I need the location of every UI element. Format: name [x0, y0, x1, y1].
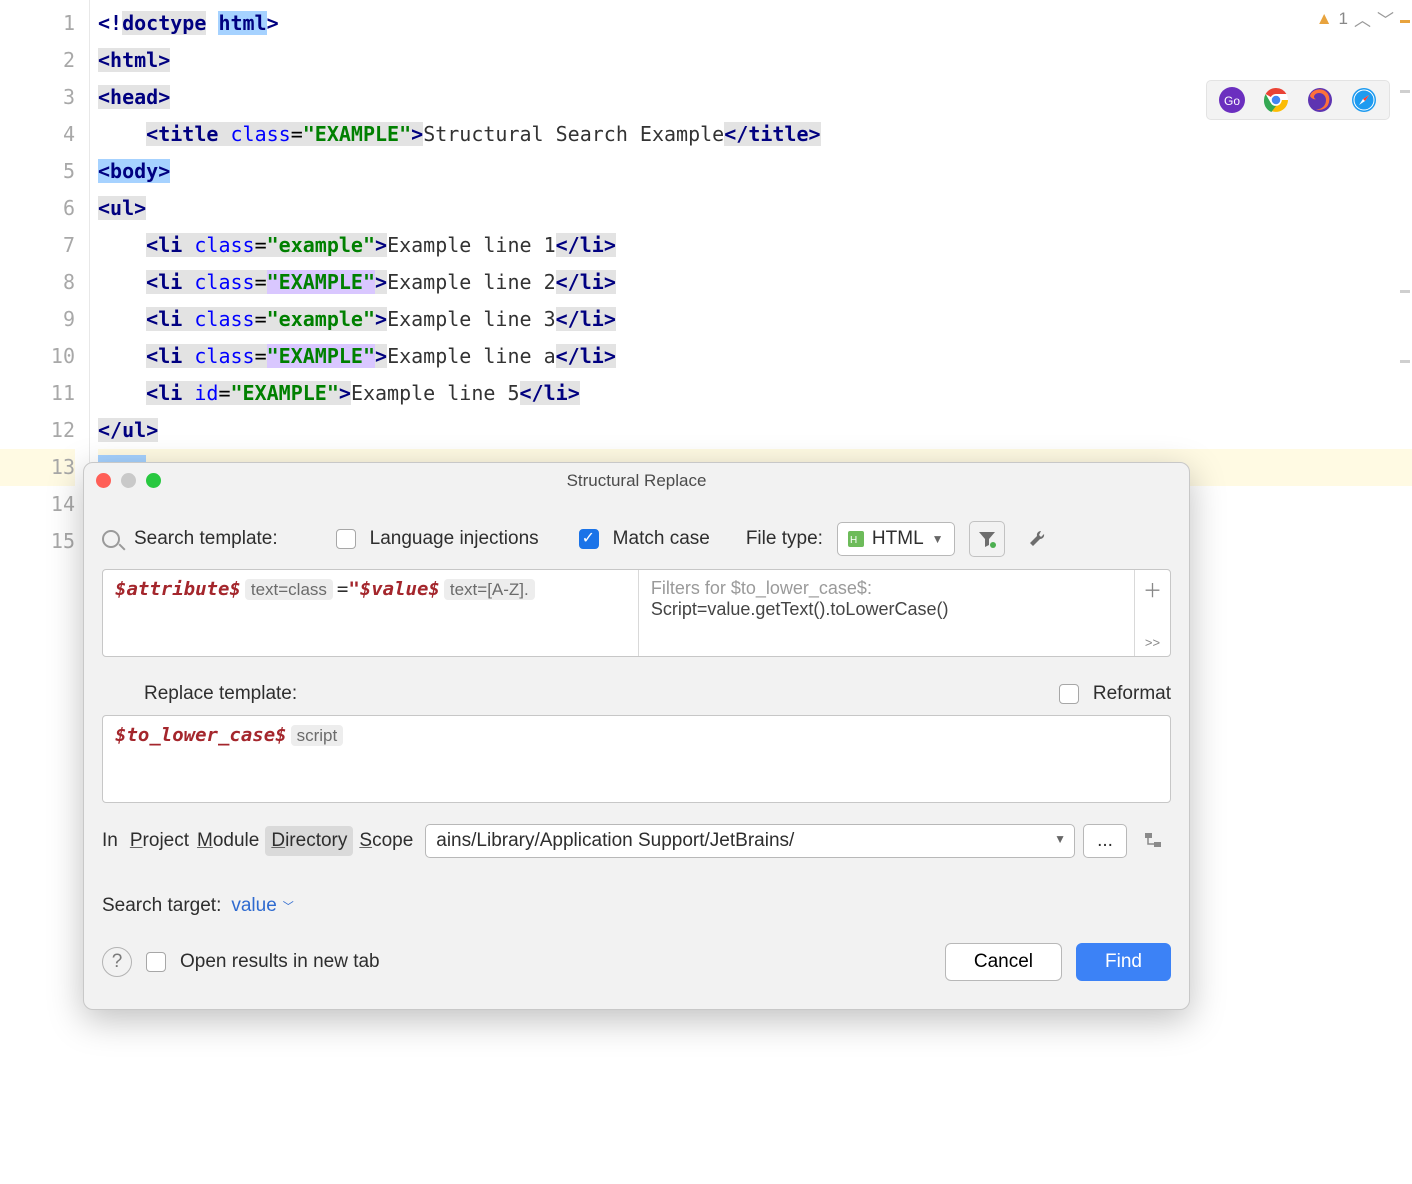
search-target-value: value [231, 895, 276, 917]
find-button[interactable]: Find [1076, 943, 1171, 981]
scope-tabs: Project Module Directory Scope [128, 826, 415, 856]
recursive-toggle[interactable] [1135, 823, 1171, 859]
scope-tab-project[interactable]: Project [128, 826, 191, 856]
filters-panel: Filters for $to_lower_case$: Script=valu… [639, 570, 1134, 656]
filters-hint: Filters for $to_lower_case$: [651, 578, 1122, 599]
prev-highlight-icon[interactable]: ︿ [1354, 6, 1371, 31]
line-number: 12 [0, 412, 75, 449]
browse-directory-button[interactable]: ... [1083, 824, 1127, 858]
line-number: 1 [0, 5, 75, 42]
firefox-icon[interactable] [1307, 87, 1333, 113]
close-window-icon[interactable] [96, 473, 111, 488]
help-button[interactable]: ? [102, 947, 132, 977]
cancel-button[interactable]: Cancel [945, 943, 1062, 981]
template-variable-value: "$value$ [348, 578, 440, 600]
svg-text:Go: Go [1224, 94, 1240, 108]
reformat-checkbox[interactable] [1059, 684, 1079, 704]
template-variable-attribute: $attribute$ [115, 578, 241, 600]
replace-template-label: Replace template: [144, 683, 297, 705]
window-controls [96, 473, 161, 488]
right-stripe [1398, 0, 1412, 560]
zoom-window-icon[interactable] [146, 473, 161, 488]
match-case-checkbox[interactable] [579, 529, 599, 549]
html-file-icon: H [848, 531, 864, 547]
stripe-mark[interactable] [1400, 360, 1410, 363]
file-type-select[interactable]: H HTML ▼ [837, 522, 955, 556]
filter-pill-script[interactable]: script [291, 725, 344, 746]
dialog-title: Structural Replace [567, 471, 707, 490]
funnel-icon [978, 530, 996, 548]
warning-count: 1 [1339, 9, 1348, 29]
line-number: 13 [0, 449, 75, 486]
language-injections-label: Language injections [370, 528, 539, 550]
svg-text:H: H [850, 535, 857, 546]
stripe-mark[interactable] [1400, 290, 1410, 293]
line-number: 8 [0, 264, 75, 301]
line-number: 11 [0, 375, 75, 412]
minimize-window-icon[interactable] [121, 473, 136, 488]
scope-tab-scope[interactable]: Scope [357, 826, 415, 856]
line-number: 10 [0, 338, 75, 375]
tools-button[interactable] [1019, 521, 1055, 557]
search-template-input[interactable]: $attribute$text=class="$value$text=[A-Z]… [103, 570, 639, 656]
reformat-label: Reformat [1093, 683, 1171, 705]
safari-icon[interactable] [1351, 87, 1377, 113]
scope-tab-directory[interactable]: Directory [265, 826, 353, 856]
match-case-label: Match case [613, 528, 710, 550]
tree-icon [1143, 831, 1163, 851]
line-number: 7 [0, 227, 75, 264]
line-number: 15 [0, 523, 75, 560]
replace-template-input[interactable]: $to_lower_case$script [102, 715, 1171, 803]
line-number: 5 [0, 153, 75, 190]
line-number: 4 [0, 116, 75, 153]
goland-icon[interactable]: Go [1219, 87, 1245, 113]
file-type-label: File type: [746, 528, 823, 550]
search-target-label: Search target: [102, 895, 221, 917]
chevron-down-icon: ﹀ [283, 898, 294, 914]
filter-pill-text-regex[interactable]: text=[A-Z]. [444, 579, 535, 600]
filter-pill-text-class[interactable]: text=class [245, 579, 333, 600]
template-variable-tolowercase: $to_lower_case$ [115, 724, 287, 746]
inspections-widget[interactable]: ▲ 1 ︿ ﹀ [1316, 6, 1394, 31]
directory-path-value: ains/Library/Application Support/JetBrai… [436, 830, 794, 851]
filter-button[interactable] [969, 521, 1005, 557]
search-icon[interactable] [102, 530, 120, 548]
open-in-browser-bar: Go [1206, 80, 1390, 120]
next-highlight-icon[interactable]: ﹀ [1377, 6, 1394, 31]
directory-path-select[interactable]: ains/Library/Application Support/JetBrai… [425, 824, 1075, 858]
line-number: 2 [0, 42, 75, 79]
language-injections-checkbox[interactable] [336, 529, 356, 549]
warning-icon: ▲ [1316, 9, 1333, 29]
stripe-mark[interactable] [1400, 90, 1410, 93]
chrome-icon[interactable] [1263, 87, 1289, 113]
scope-in-label: In [102, 830, 118, 852]
add-filter-button[interactable]: ＋ [1143, 576, 1162, 603]
gutter: 1 2 3 4 5 6 7 8 9 10 11 12 13 14 15 [0, 0, 90, 560]
line-number: 14 [0, 486, 75, 523]
wrench-icon [1027, 529, 1047, 549]
open-new-tab-label: Open results in new tab [180, 951, 380, 973]
filter-script-value[interactable]: Script=value.getText().toLowerCase() [651, 599, 1122, 620]
search-template-box: $attribute$text=class="$value$text=[A-Z]… [102, 569, 1171, 657]
search-target-dropdown[interactable]: value ﹀ [231, 895, 293, 917]
file-type-value: HTML [872, 528, 924, 550]
structural-replace-dialog: Structural Replace Search template: Lang… [83, 462, 1190, 1010]
line-number: 3 [0, 79, 75, 116]
line-number: 9 [0, 301, 75, 338]
expand-filters-button[interactable]: >> [1145, 635, 1160, 650]
stripe-warning-mark[interactable] [1400, 20, 1410, 23]
chevron-down-icon: ▼ [1054, 832, 1066, 846]
chevron-down-icon: ▼ [932, 532, 944, 546]
dialog-titlebar[interactable]: Structural Replace [84, 463, 1189, 499]
scope-tab-module[interactable]: Module [195, 826, 261, 856]
search-template-label: Search template: [134, 528, 278, 550]
line-number: 6 [0, 190, 75, 227]
open-new-tab-checkbox[interactable] [146, 952, 166, 972]
